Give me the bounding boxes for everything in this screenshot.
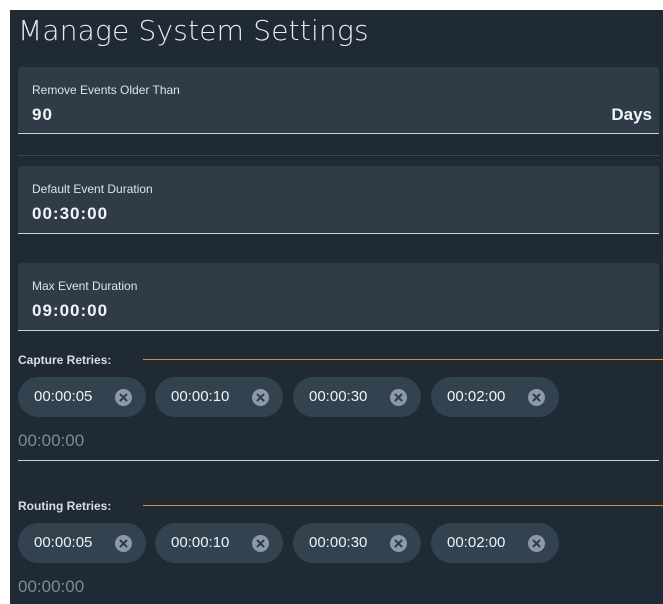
chip-label: 00:00:30 [309, 534, 368, 551]
page-title: Manage System Settings [18, 14, 369, 47]
close-circle-icon[interactable] [252, 389, 269, 406]
routing-retry-input[interactable]: 00:00:00 [18, 577, 84, 597]
divider [18, 155, 659, 156]
remove-events-label: Remove Events Older Than [32, 83, 180, 97]
capture-retry-input-underline [18, 460, 659, 461]
default-duration-input[interactable]: 00:30:00 [32, 204, 108, 224]
capture-retry-input[interactable]: 00:00:00 [18, 431, 84, 451]
chip-label: 00:02:00 [447, 534, 506, 551]
close-circle-icon[interactable] [390, 535, 407, 552]
close-circle-icon[interactable] [115, 389, 132, 406]
max-duration-field[interactable]: Max Event Duration 09:00:00 [18, 263, 659, 331]
chip-label: 00:02:00 [447, 388, 506, 405]
routing-retry-chip[interactable]: 00:00:10 [155, 523, 283, 563]
chip-label: 00:00:30 [309, 388, 368, 405]
capture-retry-chip[interactable]: 00:00:10 [155, 377, 283, 417]
default-duration-field[interactable]: Default Event Duration 00:30:00 [18, 166, 659, 234]
remove-events-input[interactable]: 90 [32, 105, 53, 125]
close-circle-icon[interactable] [252, 535, 269, 552]
max-duration-label: Max Event Duration [32, 279, 138, 293]
chip-label: 00:00:05 [34, 388, 93, 405]
field-underline [18, 133, 659, 134]
remove-events-field[interactable]: Remove Events Older Than 90 Days [18, 67, 659, 134]
chip-label: 00:00:10 [171, 388, 230, 405]
close-circle-icon[interactable] [390, 389, 407, 406]
chip-label: 00:00:05 [34, 534, 93, 551]
routing-retry-chip[interactable]: 00:00:30 [293, 523, 421, 563]
days-suffix: Days [611, 105, 652, 124]
routing-retry-chip[interactable]: 00:00:05 [18, 523, 146, 563]
routing-retry-chip[interactable]: 00:02:00 [431, 523, 559, 563]
close-circle-icon[interactable] [115, 535, 132, 552]
capture-retries-label: Capture Retries: [18, 353, 112, 367]
capture-retry-chip[interactable]: 00:00:05 [18, 377, 146, 417]
default-duration-label: Default Event Duration [32, 182, 153, 196]
field-underline [18, 330, 659, 331]
routing-retries-rule [143, 505, 663, 506]
routing-retries-label: Routing Retries: [18, 499, 112, 513]
close-circle-icon[interactable] [528, 535, 545, 552]
field-underline [18, 233, 659, 234]
capture-retry-chip[interactable]: 00:02:00 [431, 377, 559, 417]
capture-retries-rule [143, 359, 663, 360]
capture-retry-chip[interactable]: 00:00:30 [293, 377, 421, 417]
chip-label: 00:00:10 [171, 534, 230, 551]
close-circle-icon[interactable] [528, 389, 545, 406]
max-duration-input[interactable]: 09:00:00 [32, 301, 108, 321]
system-settings-panel: Manage System Settings Remove Events Old… [10, 10, 663, 604]
